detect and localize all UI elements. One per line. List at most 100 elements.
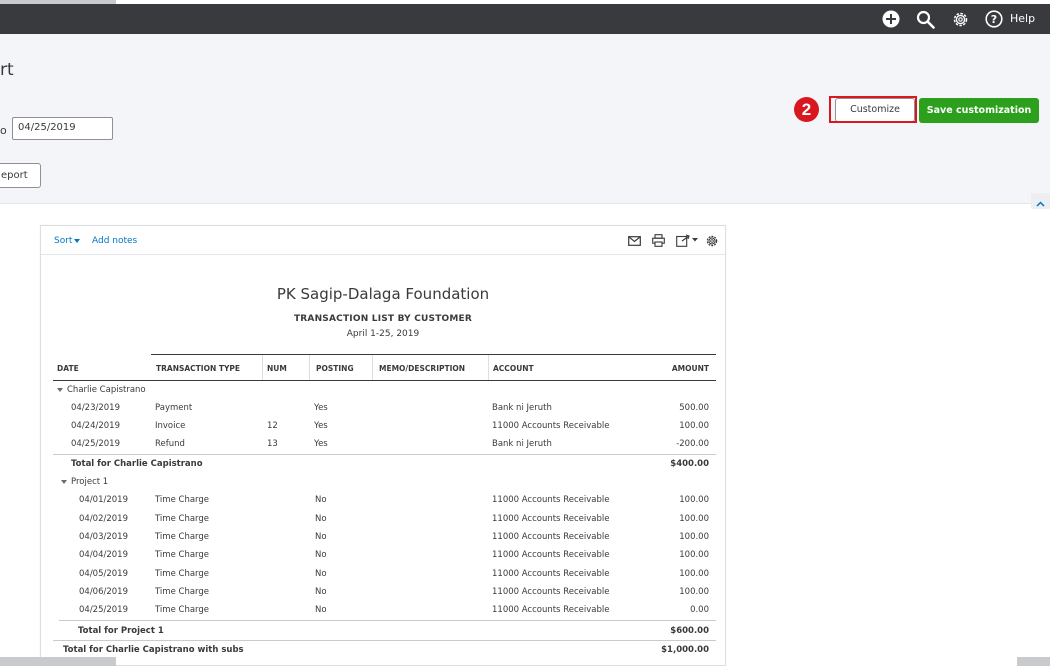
row-date: 04/01/2019 xyxy=(79,495,128,505)
group-total-amount[interactable]: $400.00 xyxy=(639,459,709,469)
row-date: 04/04/2019 xyxy=(79,550,128,560)
bottom-strip xyxy=(0,657,116,666)
search-icon[interactable] xyxy=(915,9,935,29)
col-header-amount[interactable]: AMOUNT xyxy=(649,364,709,373)
save-customization-button[interactable]: Save customization xyxy=(919,98,1039,123)
row-amount[interactable]: 500.00 xyxy=(639,403,709,413)
page-title: rt xyxy=(0,60,14,80)
row-account: Bank ni Jeruth xyxy=(492,439,552,449)
run-report-button[interactable]: eport xyxy=(0,163,41,188)
print-icon[interactable] xyxy=(651,233,666,248)
group-total-label: Total for Charlie Capistrano xyxy=(71,459,203,469)
row-amount[interactable]: 0.00 xyxy=(639,605,709,615)
row-date: 04/05/2019 xyxy=(79,569,128,579)
gear-icon[interactable] xyxy=(950,9,970,29)
row-amount[interactable]: 100.00 xyxy=(639,495,709,505)
row-type[interactable]: Time Charge xyxy=(155,514,209,524)
group-total-amount[interactable]: $600.00 xyxy=(639,626,709,636)
row-posting: No xyxy=(315,587,327,597)
group-toggle[interactable]: Charlie Capistrano xyxy=(57,385,146,395)
column-divider xyxy=(372,355,373,380)
col-header-date[interactable]: DATE xyxy=(57,364,79,373)
chevron-up-icon xyxy=(1036,192,1045,211)
column-divider xyxy=(309,355,310,380)
col-header-posting[interactable]: POSTING xyxy=(316,364,354,373)
row-account: 11000 Accounts Receivable xyxy=(492,550,610,560)
row-posting: Yes xyxy=(314,439,328,449)
help-label[interactable]: Help xyxy=(1010,12,1035,25)
row-type[interactable]: Time Charge xyxy=(155,587,209,597)
grand-total-label: Total for Charlie Capistrano with subs xyxy=(63,645,244,655)
row-posting: No xyxy=(315,550,327,560)
subtotal-rule xyxy=(53,454,716,455)
report-title: TRANSACTION LIST BY CUSTOMER xyxy=(293,314,473,324)
row-posting: No xyxy=(315,605,327,615)
row-date: 04/23/2019 xyxy=(71,403,120,413)
header-rule-bottom xyxy=(53,380,716,381)
row-type[interactable]: Time Charge xyxy=(155,550,209,560)
subtotal-rule xyxy=(59,620,716,621)
row-date: 04/25/2019 xyxy=(79,605,128,615)
row-posting: No xyxy=(315,514,327,524)
row-amount[interactable]: 100.00 xyxy=(639,569,709,579)
plus-circle-icon[interactable] xyxy=(881,9,901,29)
row-type[interactable]: Time Charge xyxy=(155,605,209,615)
end-date-input[interactable]: 04/25/2019 xyxy=(12,117,113,140)
row-account: 11000 Accounts Receivable xyxy=(492,421,610,431)
grand-total-amount[interactable]: $1,000.00 xyxy=(631,645,709,655)
row-type[interactable]: Invoice xyxy=(155,421,185,431)
row-posting: No xyxy=(315,532,327,542)
row-num: 13 xyxy=(267,439,278,449)
row-posting: No xyxy=(315,495,327,505)
add-notes-link[interactable]: Add notes xyxy=(92,236,137,246)
row-num: 12 xyxy=(267,421,278,431)
sort-label: Sort xyxy=(54,236,73,246)
bottom-strip xyxy=(1017,657,1050,666)
row-account: 11000 Accounts Receivable xyxy=(492,514,610,524)
gear-icon[interactable] xyxy=(704,233,719,248)
caret-down-icon xyxy=(57,387,63,392)
row-date: 04/06/2019 xyxy=(79,587,128,597)
row-account: Bank ni Jeruth xyxy=(492,403,552,413)
export-icon[interactable] xyxy=(675,233,701,248)
company-name: PK Sagip-Dalaga Foundation xyxy=(276,285,490,303)
mail-icon[interactable] xyxy=(627,233,642,248)
help-icon[interactable]: ? xyxy=(984,9,1004,29)
row-amount[interactable]: 100.00 xyxy=(639,550,709,560)
row-amount[interactable]: -200.00 xyxy=(639,439,709,449)
header-rule-top xyxy=(151,354,716,355)
row-type[interactable]: Time Charge xyxy=(155,569,209,579)
collapse-header-button[interactable] xyxy=(1031,193,1050,209)
report-header-area: rt o 04/25/2019 eport 2 Customize Save c… xyxy=(0,34,1050,204)
row-type[interactable]: Payment xyxy=(155,403,192,413)
col-header-type[interactable]: TRANSACTION TYPE xyxy=(156,364,240,373)
row-account: 11000 Accounts Receivable xyxy=(492,532,610,542)
row-posting: Yes xyxy=(314,403,328,413)
col-header-num[interactable]: NUM xyxy=(267,364,287,373)
row-account: 11000 Accounts Receivable xyxy=(492,587,610,597)
customize-highlight xyxy=(829,96,917,123)
row-date: 04/25/2019 xyxy=(71,439,120,449)
row-type[interactable]: Time Charge xyxy=(155,532,209,542)
row-amount[interactable]: 100.00 xyxy=(639,421,709,431)
group-total-label: Total for Project 1 xyxy=(78,626,164,636)
caret-down-icon xyxy=(74,238,81,243)
row-account: 11000 Accounts Receivable xyxy=(492,569,610,579)
group-toggle[interactable]: Project 1 xyxy=(61,477,108,487)
row-type[interactable]: Refund xyxy=(155,439,185,449)
col-header-memo[interactable]: MEMO/DESCRIPTION xyxy=(379,364,465,373)
sort-dropdown[interactable]: Sort xyxy=(54,236,81,246)
date-range-separator: o xyxy=(0,124,7,137)
col-header-account[interactable]: ACCOUNT xyxy=(493,364,534,373)
column-divider xyxy=(262,355,263,380)
row-posting: Yes xyxy=(314,421,328,431)
row-account: 11000 Accounts Receivable xyxy=(492,605,610,615)
row-date: 04/03/2019 xyxy=(79,532,128,542)
row-amount[interactable]: 100.00 xyxy=(639,587,709,597)
row-type[interactable]: Time Charge xyxy=(155,495,209,505)
column-divider xyxy=(488,355,489,380)
row-amount[interactable]: 100.00 xyxy=(639,532,709,542)
row-amount[interactable]: 100.00 xyxy=(639,514,709,524)
group-name: Project 1 xyxy=(71,477,109,487)
report-period: April 1-25, 2019 xyxy=(346,329,420,339)
